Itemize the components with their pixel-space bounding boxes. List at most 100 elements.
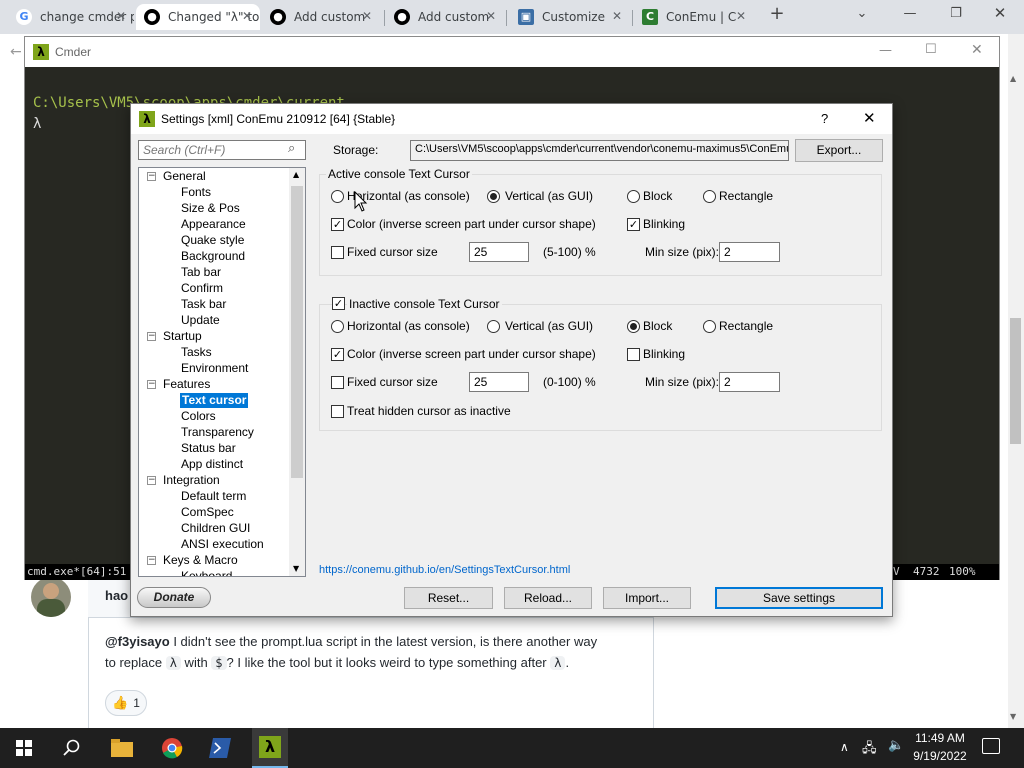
active-color-checkbox[interactable]: ✓: [331, 218, 344, 231]
active-vertical-radio[interactable]: [487, 190, 500, 203]
tree-item-app-distinct[interactable]: App distinct: [181, 457, 243, 472]
tree-item-confirm[interactable]: Confirm: [181, 281, 223, 296]
reset-button[interactable]: Reset...: [404, 587, 493, 609]
tree-item-text-cursor[interactable]: Text cursor: [180, 393, 249, 408]
minimize-icon[interactable]: —: [898, 6, 922, 21]
browser-tab-customize[interactable]: ▣ Customize ✕: [510, 4, 630, 30]
cmder-taskbar-icon[interactable]: λ: [252, 728, 288, 768]
settings-title-bar[interactable]: λ Settings [xml] ConEmu 210912 [64] {Sta…: [131, 104, 892, 134]
browser-tab-add-custom-1[interactable]: ● Add custom ✕: [262, 4, 380, 30]
tree-item-comspec[interactable]: ComSpec: [181, 505, 234, 520]
active-blinking-checkbox[interactable]: ✓: [627, 218, 640, 231]
powershell-icon[interactable]: [206, 734, 234, 762]
collapse-icon[interactable]: −: [147, 556, 156, 565]
inactive-vertical-radio[interactable]: [487, 320, 500, 333]
tree-item-appearance[interactable]: Appearance: [181, 217, 246, 232]
settings-dialog[interactable]: λ Settings [xml] ConEmu 210912 [64] {Sta…: [130, 103, 893, 617]
reload-button[interactable]: Reload...: [504, 587, 592, 609]
tree-item-update[interactable]: Update: [181, 313, 220, 328]
export-button[interactable]: Export...: [795, 139, 883, 162]
collapse-icon[interactable]: −: [147, 380, 156, 389]
active-fixed-size-input[interactable]: 25: [469, 242, 529, 262]
inactive-group-title[interactable]: Inactive console Text Cursor: [347, 297, 502, 311]
clock-time[interactable]: 11:49 AM: [912, 731, 968, 745]
close-icon[interactable]: ✕: [734, 9, 748, 23]
collapse-icon[interactable]: −: [147, 332, 156, 341]
browser-tab-google[interactable]: G change cmder prompt ✕: [8, 4, 134, 30]
active-color-label[interactable]: Color (inverse screen part under cursor …: [347, 217, 596, 231]
tree-item-background[interactable]: Background: [181, 249, 245, 264]
tree-item-quake-style[interactable]: Quake style: [181, 233, 244, 248]
mention-link[interactable]: @f3yisayo: [105, 634, 170, 649]
active-min-size-input[interactable]: 2: [719, 242, 780, 262]
tab-search-chevron-icon[interactable]: ⌄: [850, 6, 874, 21]
inactive-vertical-label[interactable]: Vertical (as GUI): [505, 319, 593, 333]
inactive-min-size-input[interactable]: 2: [719, 372, 780, 392]
volume-icon[interactable]: 🔈: [888, 738, 904, 753]
tree-scrollbar-thumb[interactable]: [291, 186, 303, 478]
search-icon[interactable]: ⌕: [288, 141, 295, 156]
tree-item-status-bar[interactable]: Status bar: [181, 441, 236, 456]
import-button[interactable]: Import...: [603, 587, 691, 609]
inactive-rectangle-radio[interactable]: [703, 320, 716, 333]
tree-item-colors[interactable]: Colors: [181, 409, 216, 424]
scroll-down-icon[interactable]: ▼: [1010, 712, 1016, 721]
treat-hidden-checkbox[interactable]: [331, 405, 344, 418]
inactive-cursor-checkbox[interactable]: ✓: [332, 297, 345, 310]
save-settings-button[interactable]: Save settings: [715, 587, 883, 609]
treat-hidden-label[interactable]: Treat hidden cursor as inactive: [347, 404, 511, 418]
active-rectangle-label[interactable]: Rectangle: [719, 189, 773, 203]
reaction-thumbs-up[interactable]: 👍 1: [105, 690, 147, 716]
tree-item-startup[interactable]: Startup: [163, 329, 202, 344]
tree-item-features[interactable]: Features: [163, 377, 210, 392]
collapse-icon[interactable]: −: [147, 476, 156, 485]
browser-tab-changed[interactable]: ● Changed "λ" to ✕: [136, 4, 260, 30]
file-explorer-icon[interactable]: [108, 734, 136, 762]
collapse-icon[interactable]: −: [147, 172, 156, 181]
inactive-horizontal-radio[interactable]: [331, 320, 344, 333]
active-block-radio[interactable]: [627, 190, 640, 203]
new-tab-button[interactable]: +: [765, 3, 789, 24]
inactive-block-radio[interactable]: [627, 320, 640, 333]
close-icon[interactable]: ✕: [863, 109, 876, 127]
help-link[interactable]: https://conemu.github.io/en/SettingsText…: [319, 564, 570, 576]
close-icon[interactable]: ✕: [610, 9, 624, 23]
close-icon[interactable]: ✕: [360, 9, 374, 23]
scroll-up-icon[interactable]: ▲: [293, 170, 299, 179]
tree-item-keyboard[interactable]: Keyboard: [181, 569, 232, 576]
storage-path-field[interactable]: C:\Users\VM5\scoop\apps\cmder\current\ve…: [410, 140, 789, 161]
close-icon[interactable]: ✕: [971, 42, 983, 58]
page-scrollbar-thumb[interactable]: [1010, 318, 1021, 444]
active-fixed-size-checkbox[interactable]: [331, 246, 344, 259]
search-input[interactable]: Search (Ctrl+F): [138, 140, 306, 160]
search-icon[interactable]: [58, 734, 86, 762]
inactive-blinking-label[interactable]: Blinking: [643, 347, 685, 361]
window-close-icon[interactable]: ✕: [988, 4, 1012, 22]
tree-item-size-pos[interactable]: Size & Pos: [181, 201, 240, 216]
active-horizontal-radio[interactable]: [331, 190, 344, 203]
comment-author[interactable]: hao: [105, 588, 128, 603]
scroll-down-icon[interactable]: ▼: [293, 564, 299, 573]
tree-item-environment[interactable]: Environment: [181, 361, 248, 376]
inactive-color-checkbox[interactable]: ✓: [331, 348, 344, 361]
tree-item-transparency[interactable]: Transparency: [181, 425, 254, 440]
close-icon[interactable]: ✕: [240, 9, 254, 23]
inactive-fixed-size-input[interactable]: 25: [469, 372, 529, 392]
avatar[interactable]: [31, 577, 71, 617]
inactive-block-label[interactable]: Block: [643, 319, 672, 333]
inactive-blinking-checkbox[interactable]: [627, 348, 640, 361]
tree-item-general[interactable]: General: [163, 169, 206, 184]
browser-tab-conemu[interactable]: C ConEmu | C ✕: [634, 4, 754, 30]
maximize-icon[interactable]: ☐: [925, 42, 937, 57]
tree-item-children-gui[interactable]: Children GUI: [181, 521, 250, 536]
tree-item-fonts[interactable]: Fonts: [181, 185, 211, 200]
active-blinking-label[interactable]: Blinking: [643, 217, 685, 231]
scroll-up-icon[interactable]: ▲: [1010, 74, 1016, 83]
active-vertical-label[interactable]: Vertical (as GUI): [505, 189, 593, 203]
tree-item-integration[interactable]: Integration: [163, 473, 220, 488]
back-arrow-icon[interactable]: ←: [10, 44, 22, 60]
tree-item-tab-bar[interactable]: Tab bar: [181, 265, 221, 280]
tree-item-task-bar[interactable]: Task bar: [181, 297, 226, 312]
inactive-color-label[interactable]: Color (inverse screen part under cursor …: [347, 347, 596, 361]
clock-date[interactable]: 9/19/2022: [910, 749, 970, 763]
